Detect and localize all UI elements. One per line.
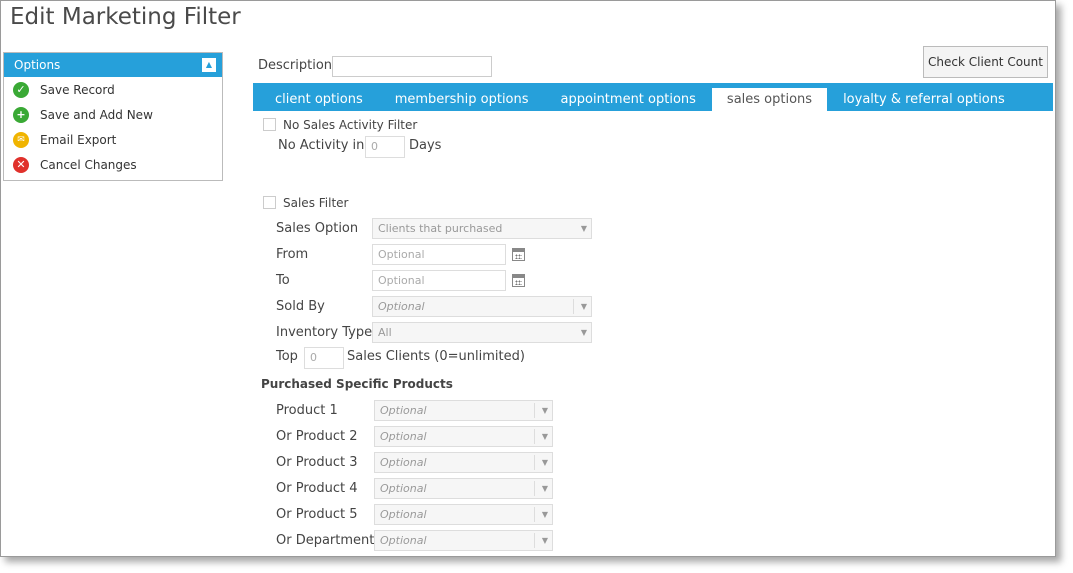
sales-filter-checkbox[interactable] xyxy=(263,196,276,209)
product-5-label: Or Product 5 xyxy=(276,507,358,522)
product-1-placeholder: Optional xyxy=(380,404,427,417)
chevron-down-icon: ▼ xyxy=(580,224,587,233)
select-divider xyxy=(534,455,535,470)
save-and-add-new-button[interactable]: + Save and Add New xyxy=(4,102,222,127)
days-label: Days xyxy=(409,138,442,153)
cancel-changes-label: Cancel Changes xyxy=(40,157,137,172)
chevron-down-icon: ▼ xyxy=(541,536,548,545)
department-placeholder: Optional xyxy=(380,534,427,547)
from-date-input[interactable]: Optional xyxy=(372,244,506,265)
product-3-placeholder: Optional xyxy=(380,456,427,469)
check-circle-icon: ✓ xyxy=(13,81,29,98)
sold-by-label: Sold By xyxy=(276,299,325,314)
inventory-type-value: All xyxy=(378,326,392,339)
product-1-select[interactable]: Optional ▼ xyxy=(374,400,553,421)
collapse-icon[interactable]: ▲ xyxy=(202,58,216,72)
no-sales-activity-label: No Sales Activity Filter xyxy=(283,118,418,132)
product-3-label: Or Product 3 xyxy=(276,455,358,470)
email-icon: ✉ xyxy=(13,131,29,148)
top-count-input[interactable]: 0 xyxy=(304,347,344,369)
product-4-label: Or Product 4 xyxy=(276,481,358,496)
top-suffix-label: Sales Clients (0=unlimited) xyxy=(347,349,525,364)
tab-appointment-options[interactable]: appointment options xyxy=(545,83,712,111)
inventory-type-select[interactable]: All ▼ xyxy=(372,322,592,343)
sales-filter-label: Sales Filter xyxy=(283,196,349,210)
tab-client-options[interactable]: client options xyxy=(253,83,379,111)
page-title: Edit Marketing Filter xyxy=(10,4,241,30)
select-divider xyxy=(534,481,535,496)
product-5-select[interactable]: Optional ▼ xyxy=(374,504,553,525)
email-export-label: Email Export xyxy=(40,132,117,147)
save-record-button[interactable]: ✓ Save Record xyxy=(4,77,222,102)
save-and-add-new-label: Save and Add New xyxy=(40,107,153,122)
select-divider xyxy=(534,507,535,522)
chevron-down-icon: ▼ xyxy=(541,406,548,415)
select-divider xyxy=(534,429,535,444)
calendar-icon[interactable] xyxy=(512,248,525,261)
save-record-label: Save Record xyxy=(40,82,115,97)
tab-bar: client options membership options appoin… xyxy=(253,83,1053,111)
options-header: Options ▲ xyxy=(4,53,222,77)
calendar-icon[interactable] xyxy=(512,274,525,287)
chevron-down-icon: ▼ xyxy=(580,328,587,337)
product-3-select[interactable]: Optional ▼ xyxy=(374,452,553,473)
no-activity-label: No Activity in xyxy=(278,138,365,153)
from-label: From xyxy=(276,247,309,262)
product-4-select[interactable]: Optional ▼ xyxy=(374,478,553,499)
product-2-select[interactable]: Optional ▼ xyxy=(374,426,553,447)
tab-loyalty-referral-options[interactable]: loyalty & referral options xyxy=(827,83,1021,111)
purchased-products-heading: Purchased Specific Products xyxy=(261,377,453,391)
to-date-input[interactable]: Optional xyxy=(372,270,506,291)
options-panel: Options ▲ ✓ Save Record + Save and Add N… xyxy=(3,52,223,181)
tab-membership-options[interactable]: membership options xyxy=(379,83,545,111)
chevron-down-icon: ▼ xyxy=(541,432,548,441)
select-divider xyxy=(534,403,535,418)
sold-by-placeholder: Optional xyxy=(378,300,425,313)
department-label: Or Department xyxy=(276,533,375,548)
product-5-placeholder: Optional xyxy=(380,508,427,521)
inventory-type-label: Inventory Type xyxy=(276,325,373,340)
product-2-label: Or Product 2 xyxy=(276,429,358,444)
to-label: To xyxy=(276,273,290,288)
sold-by-select[interactable]: Optional ▼ xyxy=(372,296,592,317)
cancel-changes-button[interactable]: ✕ Cancel Changes xyxy=(4,152,222,177)
no-activity-days-input[interactable]: 0 xyxy=(365,136,405,158)
description-label: Description xyxy=(258,58,333,73)
sales-option-value: Clients that purchased xyxy=(378,222,503,235)
cancel-circle-icon: ✕ xyxy=(13,156,29,173)
department-select[interactable]: Optional ▼ xyxy=(374,530,553,551)
select-divider xyxy=(573,299,574,314)
plus-circle-icon: + xyxy=(13,106,29,123)
chevron-down-icon: ▼ xyxy=(541,484,548,493)
product-4-placeholder: Optional xyxy=(380,482,427,495)
tab-sales-options[interactable]: sales options xyxy=(711,88,828,111)
product-1-label: Product 1 xyxy=(276,403,338,418)
chevron-down-icon: ▼ xyxy=(580,302,587,311)
chevron-down-icon: ▼ xyxy=(541,510,548,519)
sales-option-select[interactable]: Clients that purchased ▼ xyxy=(372,218,592,239)
description-input[interactable] xyxy=(332,56,492,77)
chevron-down-icon: ▼ xyxy=(541,458,548,467)
app-window: Edit Marketing Filter Options ▲ ✓ Save R… xyxy=(0,0,1056,557)
product-2-placeholder: Optional xyxy=(380,430,427,443)
top-label: Top xyxy=(276,349,298,364)
check-client-count-button[interactable]: Check Client Count xyxy=(923,46,1048,78)
options-header-label: Options xyxy=(14,58,61,72)
email-export-button[interactable]: ✉ Email Export xyxy=(4,127,222,152)
no-sales-activity-checkbox[interactable] xyxy=(263,118,276,131)
sales-option-label: Sales Option xyxy=(276,221,359,236)
select-divider xyxy=(534,533,535,548)
